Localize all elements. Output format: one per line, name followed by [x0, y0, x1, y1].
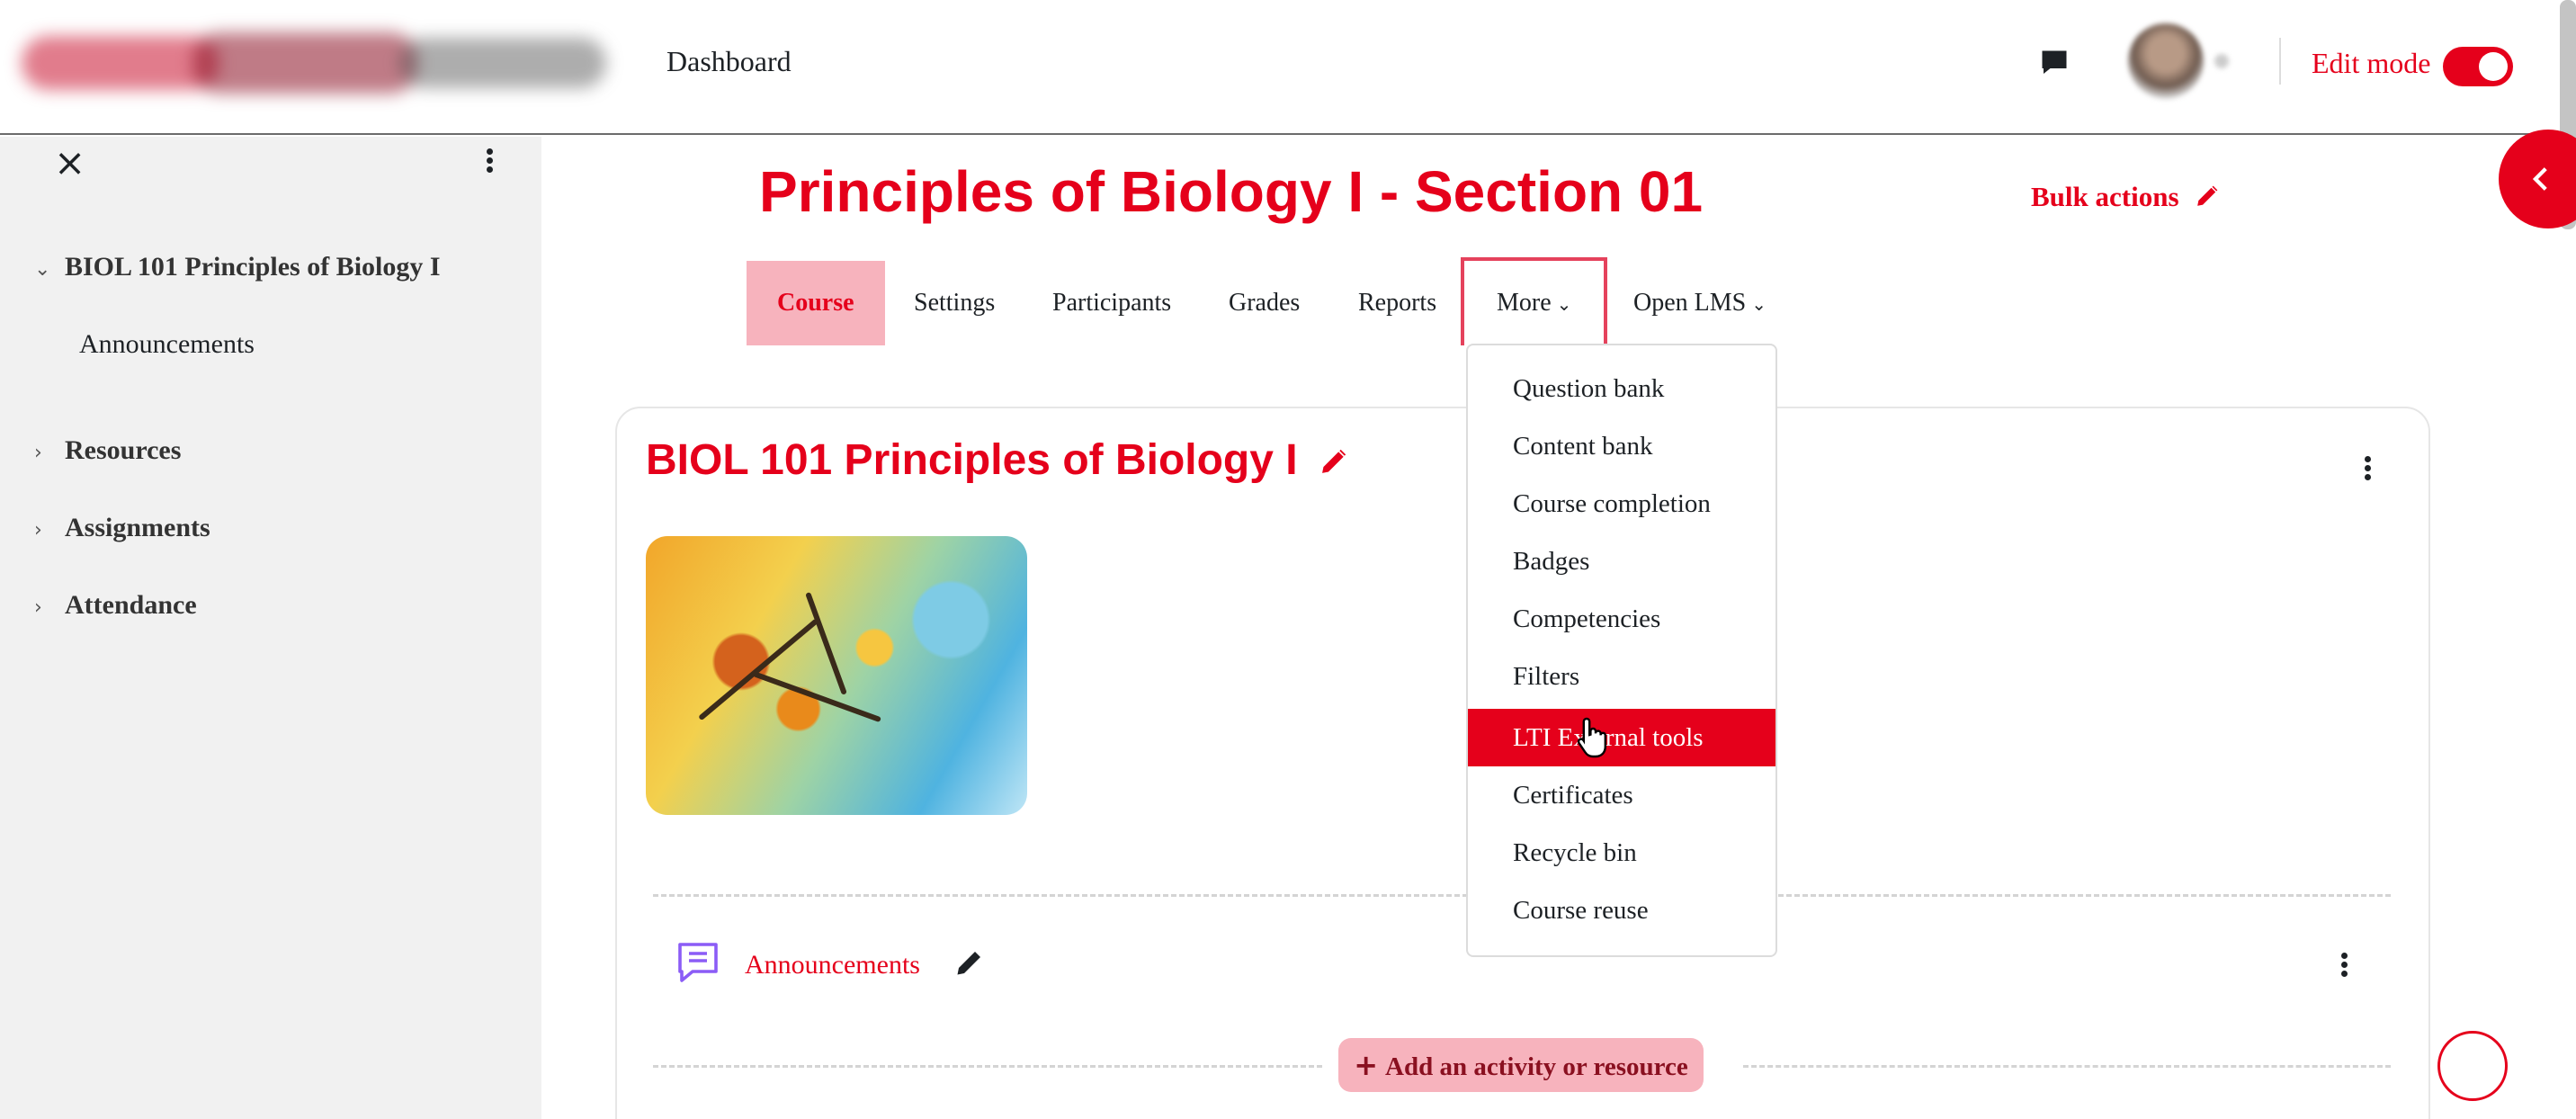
drawer-item-announcements[interactable]: Announcements	[79, 329, 255, 360]
messages-icon[interactable]	[2038, 47, 2071, 79]
page-title: Principles of Biology I - Section 01	[759, 159, 1704, 224]
menu-item-lti-external-tools[interactable]: LTI External tools	[1468, 709, 1775, 766]
activity-menu-kebab-icon[interactable]	[2333, 950, 2355, 986]
toggle-knob	[2479, 52, 2508, 81]
tab-open-lms-label: Open LMS	[1633, 289, 1747, 317]
tab-more[interactable]: More ⌄	[1461, 257, 1608, 345]
chevron-down-icon: ⌄	[34, 258, 51, 281]
menu-item-badges[interactable]: Badges	[1468, 533, 1775, 590]
drawer-item-assignments[interactable]: › Assignments	[34, 513, 210, 543]
more-dropdown-menu: Question bank Content bank Course comple…	[1466, 344, 1777, 957]
plus-icon: +	[1354, 1048, 1379, 1082]
forum-icon	[678, 943, 718, 982]
chevron-right-icon: ›	[34, 596, 42, 619]
drawer-item-label: Attendance	[65, 590, 197, 620]
drawer-item-label: Assignments	[65, 513, 210, 542]
bulk-actions-label: Bulk actions	[2031, 181, 2179, 212]
chevron-down-icon: ⌄	[1556, 293, 1572, 315]
chevron-right-icon: ›	[34, 442, 42, 464]
tab-participants[interactable]: Participants	[1052, 261, 1171, 345]
drawer-item-label: Resources	[65, 435, 182, 465]
menu-item-content-bank[interactable]: Content bank	[1468, 417, 1775, 475]
pencil-icon	[2196, 184, 2220, 208]
tab-open-lms[interactable]: Open LMS ⌄	[1633, 261, 1767, 345]
top-navbar: Dashboard Edit mode	[0, 0, 2576, 135]
drawer-item-attendance[interactable]: › Attendance	[34, 590, 197, 621]
close-drawer-icon[interactable]: ×	[54, 144, 85, 182]
drawer-course-section[interactable]: ⌄ BIOL 101 Principles of Biology I	[34, 252, 441, 282]
open-block-drawer-button[interactable]	[2499, 130, 2576, 228]
menu-item-course-reuse[interactable]: Course reuse	[1468, 882, 1775, 939]
user-avatar[interactable]	[2128, 23, 2204, 99]
menu-item-recycle-bin[interactable]: Recycle bin	[1468, 824, 1775, 882]
section-divider	[653, 1065, 1322, 1068]
tab-settings[interactable]: Settings	[914, 261, 995, 345]
chevron-left-icon	[2532, 167, 2547, 191]
user-menu-caret-icon[interactable]	[2214, 54, 2229, 68]
chevron-right-icon: ›	[34, 519, 42, 542]
drawer-item-resources[interactable]: › Resources	[34, 435, 181, 466]
edit-mode-toggle[interactable]	[2443, 47, 2513, 86]
course-index-drawer: × ⌄ BIOL 101 Principles of Biology I Anno…	[0, 137, 541, 1119]
menu-item-filters[interactable]: Filters	[1468, 648, 1775, 705]
site-logo[interactable]	[22, 27, 606, 101]
section-menu-kebab-icon[interactable]	[2357, 453, 2378, 489]
bulk-actions-button[interactable]: Bulk actions	[2031, 180, 2223, 213]
activity-link[interactable]: Announcements	[745, 950, 920, 980]
menu-item-certificates[interactable]: Certificates	[1468, 766, 1775, 824]
tab-grades[interactable]: Grades	[1229, 261, 1300, 345]
edit-title-pencil-icon[interactable]	[1317, 443, 1353, 479]
pencil-icon[interactable]	[953, 946, 986, 979]
hand-cursor-icon	[1577, 717, 1606, 758]
course-image	[646, 536, 1027, 815]
tab-reports[interactable]: Reports	[1358, 261, 1436, 345]
chevron-down-icon: ⌄	[1751, 293, 1767, 315]
nav-dashboard-link[interactable]: Dashboard	[666, 45, 792, 78]
add-activity-button[interactable]: + Add an activity or resource	[1338, 1038, 1704, 1092]
navbar-divider	[2279, 38, 2281, 85]
course-heading-text: BIOL 101 Principles of Biology I	[646, 436, 1298, 484]
help-button[interactable]	[2437, 1031, 2508, 1101]
edit-mode-label: Edit mode	[2312, 47, 2431, 79]
menu-item-question-bank[interactable]: Question bank	[1468, 360, 1775, 417]
drawer-item-label: Announcements	[79, 329, 255, 359]
add-activity-label: Add an activity or resource	[1385, 1052, 1688, 1081]
tab-more-label: More	[1497, 289, 1552, 317]
section-divider	[1743, 1065, 2391, 1068]
menu-item-course-completion[interactable]: Course completion	[1468, 475, 1775, 533]
course-heading: BIOL 101 Principles of Biology I	[646, 435, 1353, 485]
drawer-menu-kebab-icon[interactable]	[479, 146, 500, 182]
tab-course[interactable]: Course	[747, 261, 885, 345]
drawer-course-label: BIOL 101 Principles of Biology I	[65, 252, 441, 282]
menu-item-competencies[interactable]: Competencies	[1468, 590, 1775, 648]
